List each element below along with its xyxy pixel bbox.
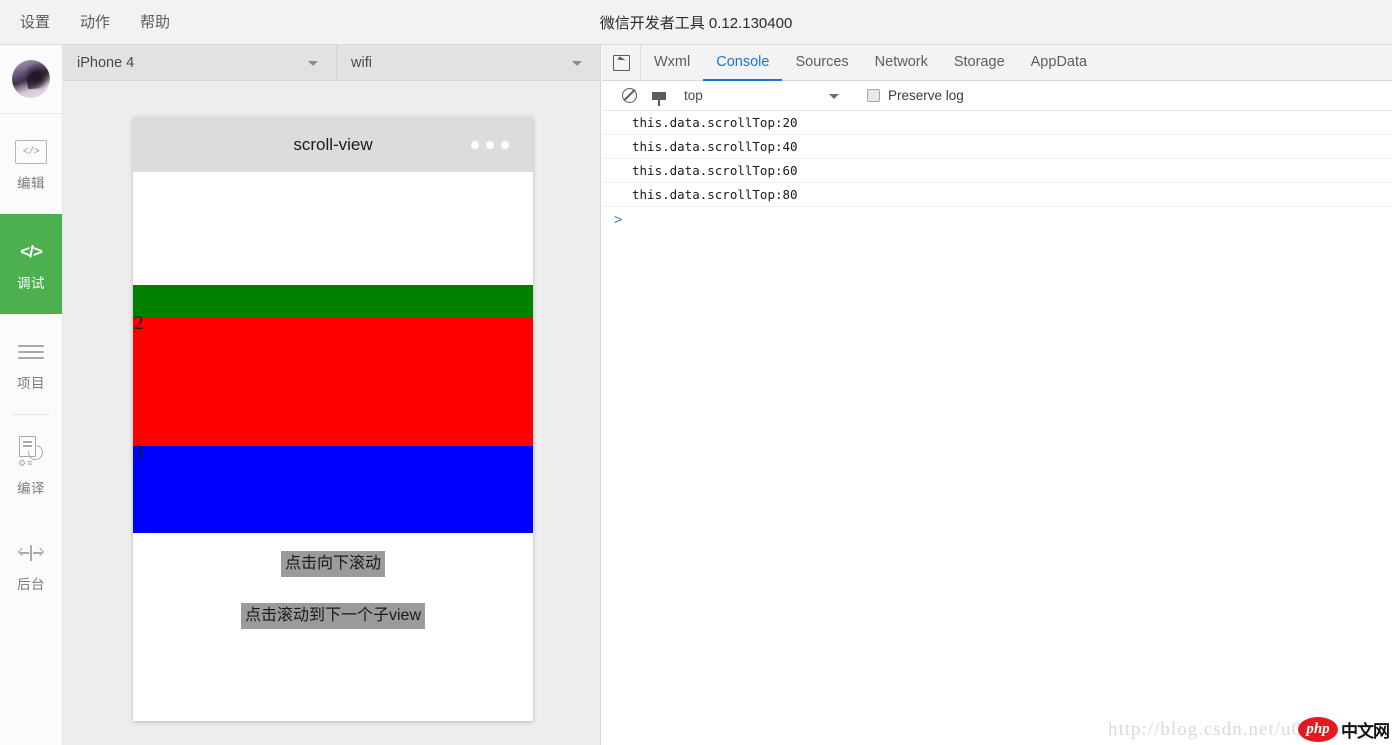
simulator-toolbar: iPhone 4 wifi: [63, 45, 600, 81]
scroll-block-green: [133, 285, 533, 317]
clear-console-icon: [622, 88, 637, 103]
menu-actions[interactable]: 动作: [78, 12, 112, 33]
inspect-element-icon: [613, 55, 630, 71]
tab-appdata[interactable]: AppData: [1018, 45, 1100, 81]
scroll-down-button[interactable]: 点击向下滚动: [281, 551, 385, 577]
network-select-value: wifi: [351, 55, 372, 71]
context-select-value: top: [684, 88, 703, 103]
network-select[interactable]: wifi: [337, 45, 600, 81]
filter-button[interactable]: [644, 92, 674, 100]
preserve-log-label: Preserve log: [888, 88, 964, 103]
compile-refresh-icon: ⚙≡: [15, 434, 47, 472]
context-select[interactable]: top: [674, 81, 849, 111]
sidebar-item-background[interactable]: 后台: [0, 515, 62, 615]
scroll-block-blue: 3: [133, 446, 533, 533]
more-dots-icon[interactable]: [471, 141, 509, 149]
preserve-log-toggle[interactable]: Preserve log: [867, 88, 964, 103]
tab-console[interactable]: Console: [703, 45, 782, 81]
sidebar-item-label: 调试: [17, 277, 45, 291]
menu-help[interactable]: 帮助: [138, 12, 172, 33]
code-icon: </>: [15, 237, 47, 267]
sidebar-item-compile[interactable]: ⚙≡ 编译: [0, 415, 62, 515]
clear-console-button[interactable]: [614, 88, 644, 103]
menu-bar: 设置 动作 帮助: [18, 0, 172, 44]
tab-wxml[interactable]: Wxml: [641, 45, 703, 81]
inspect-element-button[interactable]: [602, 45, 641, 80]
hamburger-icon: [15, 337, 47, 367]
phone-header: scroll-view: [133, 117, 533, 172]
device-select-value: iPhone 4: [77, 55, 134, 71]
sidebar-item-label: 项目: [17, 377, 45, 391]
phone-body: 2 3 点击向下滚动 点击滚动到下一个子view: [133, 172, 533, 721]
filter-icon: [652, 92, 666, 100]
console-log-row: this.data.scrollTop:20: [602, 111, 1392, 135]
sidebar-item-edit[interactable]: </> 编辑: [0, 114, 62, 214]
sidebar-item-debug[interactable]: </> 调试: [0, 214, 62, 314]
chevron-down-icon: [572, 61, 582, 66]
devtools-tab-bar: Wxml Console Sources Network Storage App…: [602, 45, 1392, 81]
simulator-pane: iPhone 4 wifi scroll-view 2: [63, 45, 601, 745]
tab-sources[interactable]: Sources: [782, 45, 861, 81]
app-window: 微信开发者工具 0.12.130400 设置 动作 帮助 </> 编辑 </> …: [0, 0, 1392, 745]
chevron-down-icon: [308, 61, 318, 66]
devtools-pane: Wxml Console Sources Network Storage App…: [602, 45, 1392, 745]
console-log-row: this.data.scrollTop:40: [602, 135, 1392, 159]
app-title: 微信开发者工具 0.12.130400: [0, 0, 1392, 44]
title-bar: 微信开发者工具 0.12.130400 设置 动作 帮助: [0, 0, 1392, 45]
background-icon: [15, 538, 47, 568]
scroll-block-label: 3: [134, 442, 144, 464]
console-prompt[interactable]: >: [602, 207, 1392, 233]
scroll-block-1: [133, 172, 533, 285]
sidebar-item-project[interactable]: 项目: [0, 314, 62, 414]
console-log-row: this.data.scrollTop:60: [602, 159, 1392, 183]
scroll-block-label: 2: [134, 313, 144, 335]
tab-network[interactable]: Network: [862, 45, 941, 81]
chevron-down-icon: [829, 94, 839, 99]
tab-storage[interactable]: Storage: [941, 45, 1018, 81]
device-select[interactable]: iPhone 4: [63, 45, 337, 81]
left-sidebar: </> 编辑 </> 调试 项目 ⚙≡ 编: [0, 45, 63, 745]
console-toolbar: top Preserve log: [602, 81, 1392, 111]
menu-settings[interactable]: 设置: [18, 12, 52, 33]
code-box-icon: </>: [15, 137, 47, 167]
phone-button-group: 点击向下滚动 点击滚动到下一个子view: [133, 533, 533, 629]
scroll-to-next-view-button[interactable]: 点击滚动到下一个子view: [241, 603, 425, 629]
sidebar-item-label: 后台: [17, 578, 45, 592]
sidebar-item-label: 编辑: [17, 177, 45, 191]
scroll-block-red: 2: [133, 317, 533, 446]
page-title: scroll-view: [293, 135, 372, 155]
avatar-container[interactable]: [0, 45, 62, 114]
preserve-log-checkbox[interactable]: [867, 89, 880, 102]
console-output[interactable]: this.data.scrollTop:20 this.data.scrollT…: [602, 111, 1392, 745]
sidebar-item-label: 编译: [17, 482, 45, 496]
avatar[interactable]: [12, 60, 50, 98]
scroll-view[interactable]: 2 3: [133, 172, 533, 533]
phone-simulator: scroll-view 2 3 点击向下滚动 点击滚动到下一个子view: [133, 117, 533, 721]
prompt-caret-icon: >: [614, 212, 622, 228]
console-log-row: this.data.scrollTop:80: [602, 183, 1392, 207]
